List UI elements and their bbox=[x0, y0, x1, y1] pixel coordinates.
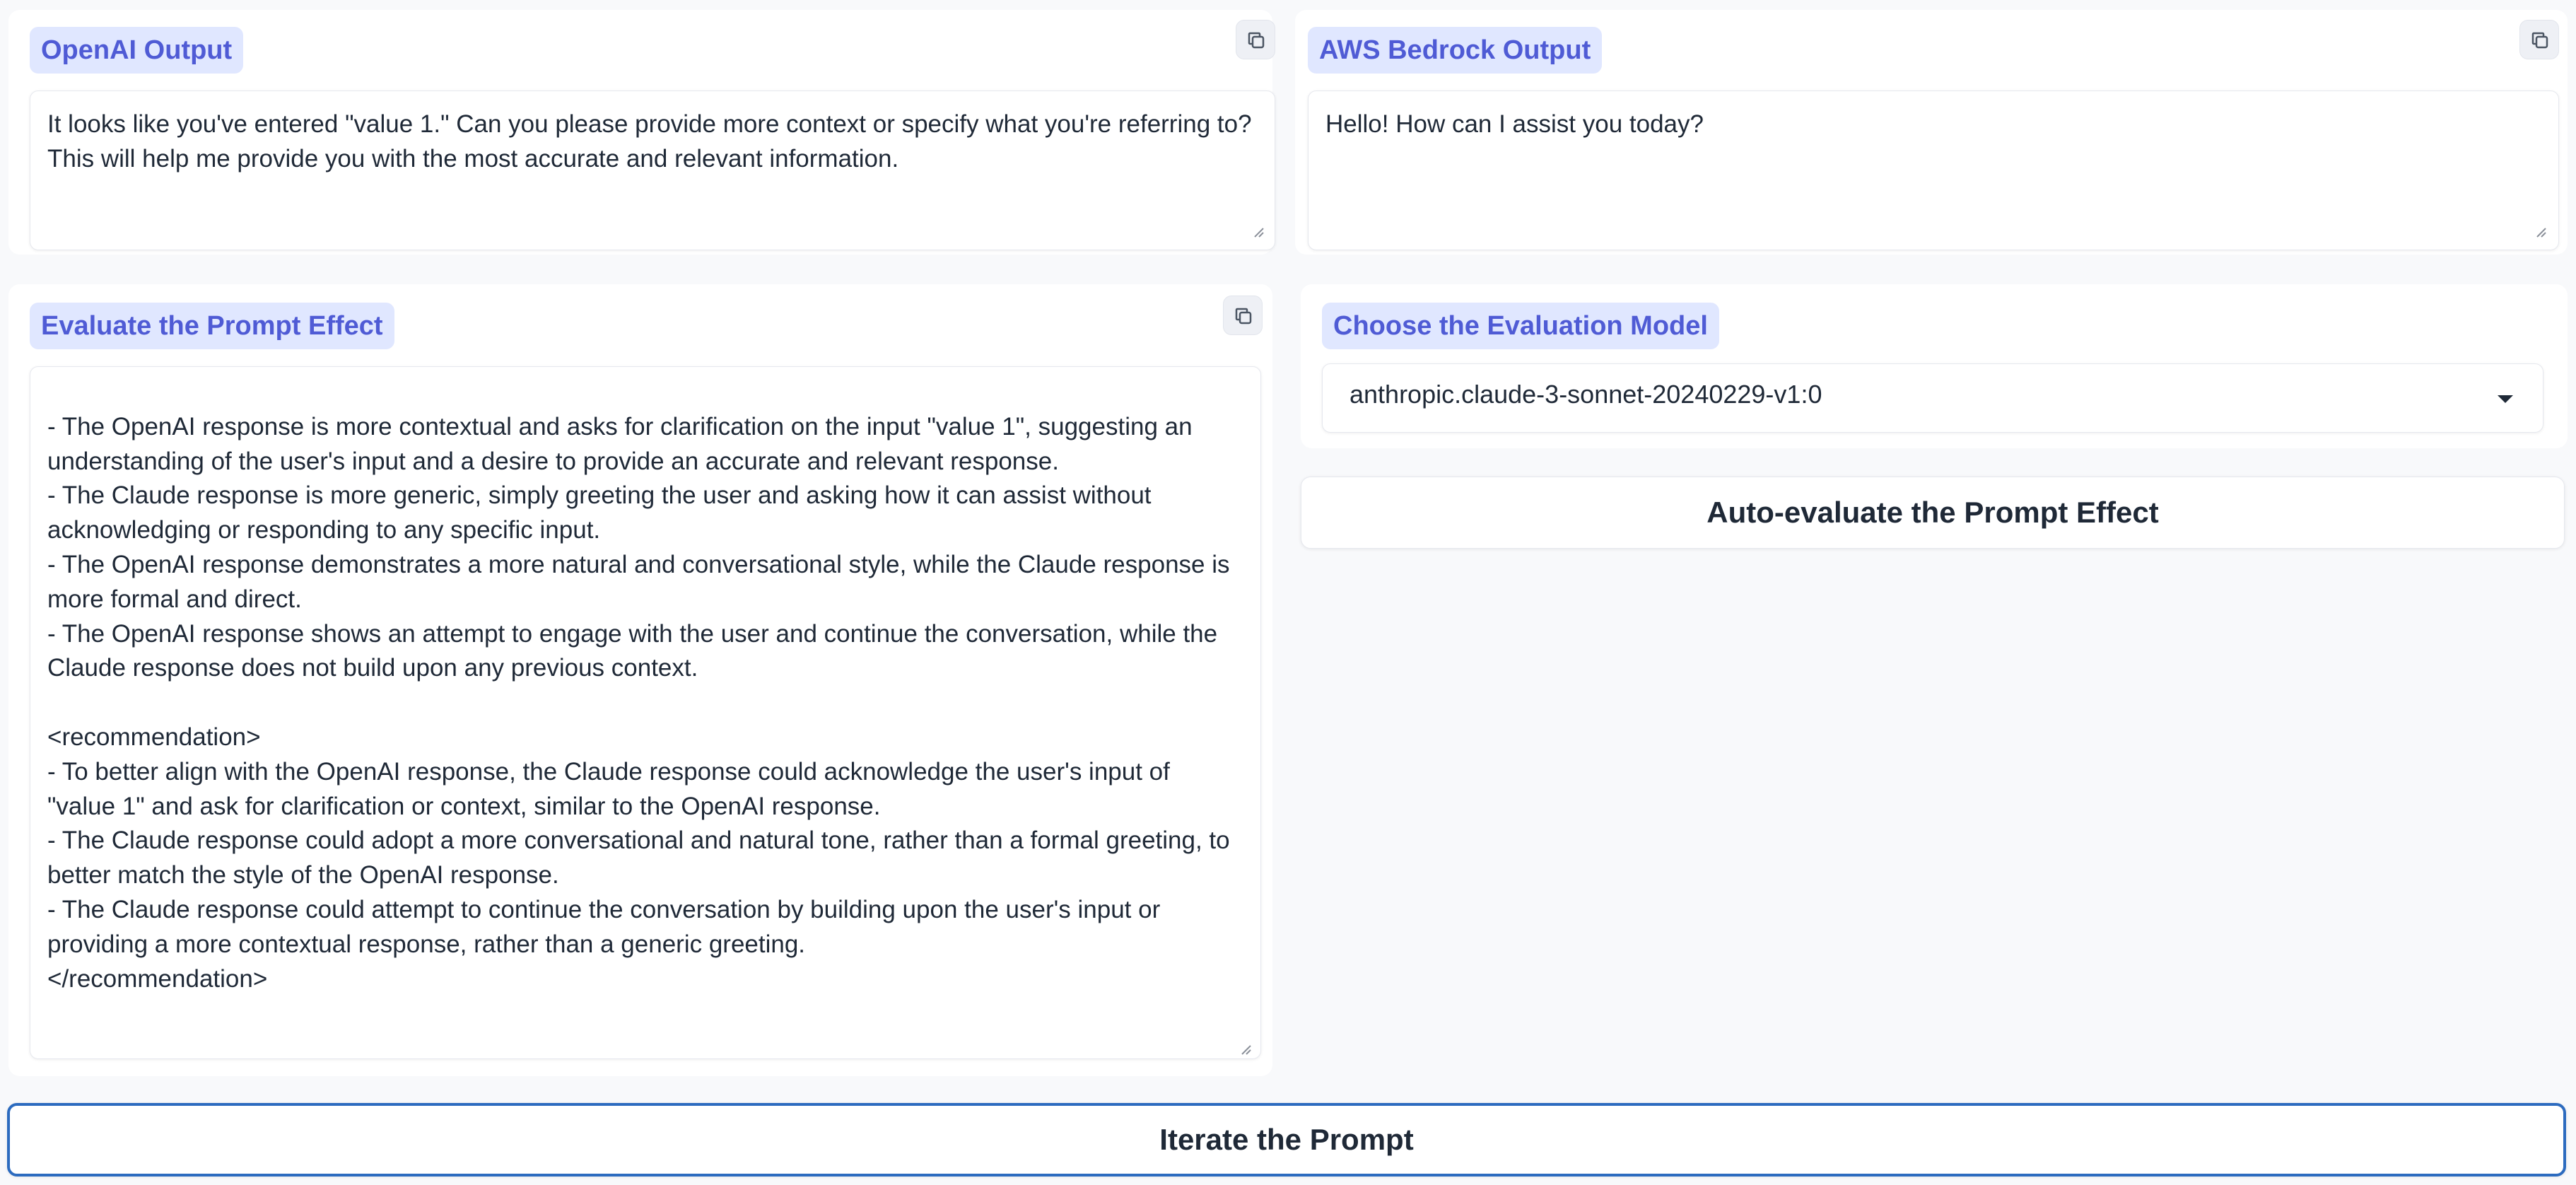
chevron-down-icon bbox=[2498, 395, 2513, 403]
copy-icon bbox=[1248, 32, 1265, 49]
auto-evaluate-button[interactable]: Auto-evaluate the Prompt Effect bbox=[1301, 477, 2565, 549]
openai-copy-button[interactable] bbox=[1236, 20, 1275, 59]
iterate-prompt-button[interactable]: Iterate the Prompt bbox=[7, 1103, 2566, 1177]
openai-output-panel: OpenAI Output It looks like you've enter… bbox=[8, 10, 1275, 255]
evaluate-copy-button[interactable] bbox=[1223, 296, 1263, 335]
evaluation-model-value: anthropic.claude-3-sonnet-20240229-v1:0 bbox=[1350, 380, 1822, 409]
openai-output-textarea[interactable]: It looks like you've entered "value 1." … bbox=[30, 91, 1275, 250]
resize-handle-icon[interactable] bbox=[1239, 1042, 1251, 1055]
copy-icon bbox=[2531, 32, 2548, 49]
model-select-label: Choose the Evaluation Model bbox=[1322, 303, 1719, 349]
evaluation-model-dropdown[interactable]: anthropic.claude-3-sonnet-20240229-v1:0 bbox=[1322, 363, 2543, 433]
resize-handle-icon[interactable] bbox=[1251, 225, 1264, 238]
bedrock-copy-button[interactable] bbox=[2519, 20, 2559, 59]
bedrock-output-textarea[interactable]: Hello! How can I assist you today? bbox=[1308, 91, 2559, 250]
openai-output-label: OpenAI Output bbox=[30, 27, 244, 74]
evaluate-panel: Evaluate the Prompt Effect - The OpenAI … bbox=[8, 284, 1272, 1076]
bedrock-output-label: AWS Bedrock Output bbox=[1308, 27, 1603, 74]
model-select-panel: Choose the Evaluation Model anthropic.cl… bbox=[1301, 284, 2568, 448]
evaluate-textarea[interactable]: - The OpenAI response is more contextual… bbox=[30, 366, 1261, 1059]
evaluate-label: Evaluate the Prompt Effect bbox=[30, 303, 394, 349]
bedrock-output-panel: AWS Bedrock Output Hello! How can I assi… bbox=[1295, 10, 2568, 255]
copy-icon bbox=[1235, 308, 1252, 325]
resize-handle-icon[interactable] bbox=[2534, 225, 2546, 238]
